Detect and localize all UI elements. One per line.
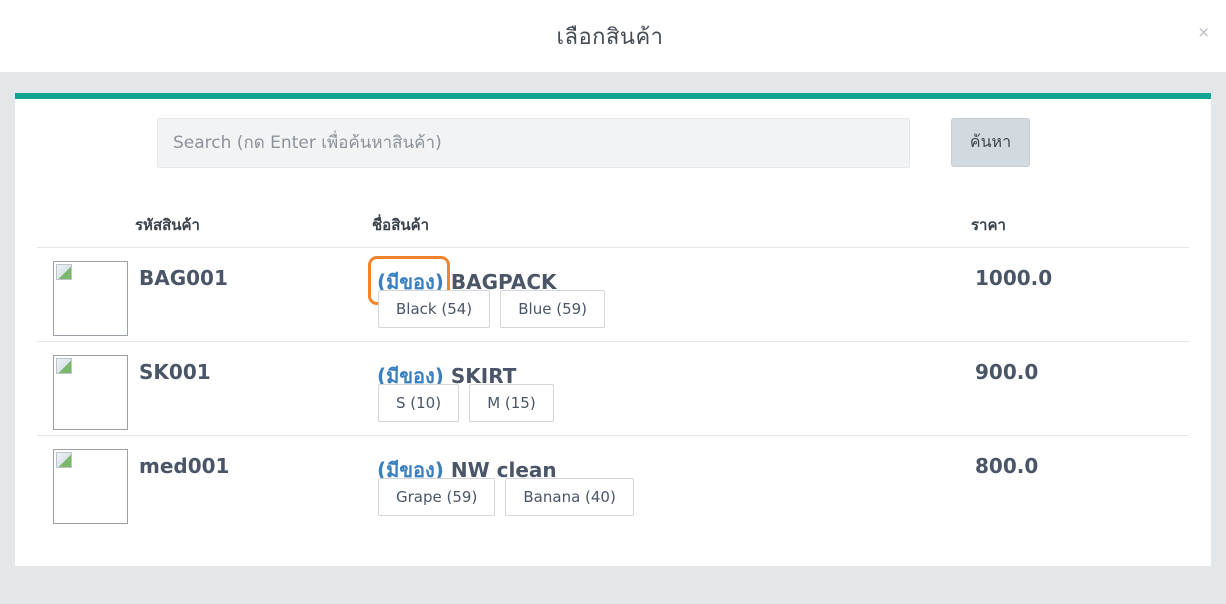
- product-code: med001: [139, 454, 230, 478]
- variant-group: S (10) M (15): [378, 384, 559, 422]
- product-price: 800.0: [975, 454, 1039, 478]
- modal-title: เลือกสินค้า: [556, 25, 664, 50]
- product-code: BAG001: [139, 266, 228, 290]
- variant-button[interactable]: S (10): [378, 384, 460, 422]
- variant-button[interactable]: Banana (40): [505, 478, 634, 516]
- variant-button[interactable]: Blue (59): [500, 290, 606, 328]
- variant-button[interactable]: M (15): [469, 384, 554, 422]
- table-row: SK001 (มีของ) SKIRT S (10) M (15) 900.0: [37, 341, 1189, 435]
- broken-image-icon: [56, 452, 72, 468]
- product-price: 900.0: [975, 360, 1039, 384]
- search-button[interactable]: ค้นหา: [951, 118, 1030, 167]
- product-image: [53, 355, 128, 430]
- product-image: [53, 449, 128, 524]
- variant-group: Grape (59) Banana (40): [378, 478, 639, 516]
- product-image: [53, 261, 128, 336]
- table-row: med001 (มีของ) NW clean Grape (59) Banan…: [37, 435, 1189, 529]
- column-header-code: รหัสสินค้า: [135, 216, 200, 234]
- column-header-name: ชื่อสินค้า: [372, 216, 430, 234]
- close-icon[interactable]: ×: [1197, 23, 1210, 41]
- broken-image-icon: [56, 358, 72, 374]
- search-input[interactable]: [157, 118, 910, 168]
- product-code: SK001: [139, 360, 211, 384]
- table-row: BAG001 (มีของ) BAGPACK Black (54) Blue (…: [37, 247, 1189, 341]
- product-panel: ค้นหา รหัสสินค้า ชื่อสินค้า ราคา BAG001 …: [15, 93, 1211, 566]
- product-price: 1000.0: [975, 266, 1053, 290]
- column-header-price: ราคา: [971, 216, 1006, 234]
- broken-image-icon: [56, 264, 72, 280]
- variant-button[interactable]: Grape (59): [378, 478, 496, 516]
- variant-group: Black (54) Blue (59): [378, 290, 610, 328]
- modal-header: เลือกสินค้า ×: [0, 0, 1226, 72]
- variant-button[interactable]: Black (54): [378, 290, 491, 328]
